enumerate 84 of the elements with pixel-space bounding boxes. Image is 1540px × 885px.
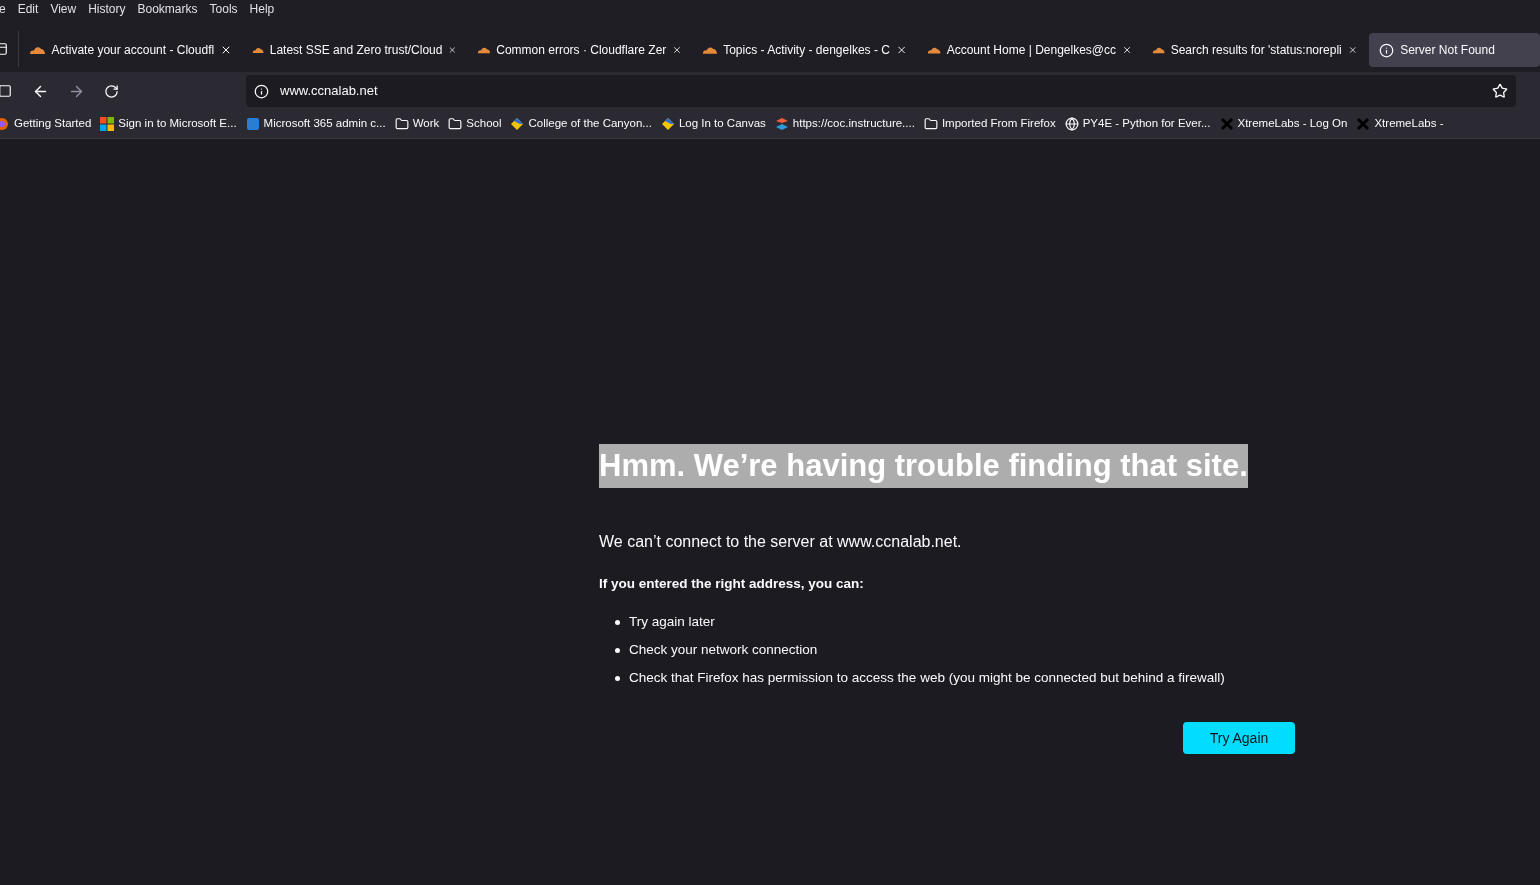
- globe-icon: [1064, 117, 1079, 131]
- bookmark-item[interactable]: PY4E - Python for Ever...: [1064, 115, 1211, 133]
- menu-item[interactable]: History: [88, 0, 126, 18]
- bookmark-label: PY4E - Python for Ever...: [1082, 116, 1211, 132]
- windows-icon: [100, 117, 115, 131]
- tab-title: Topics - Activity - dengelkes - C: [723, 42, 890, 59]
- bookmark-label: Getting Started: [14, 116, 92, 132]
- bookmark-item[interactable]: XtremeLabs - Log On: [1219, 115, 1348, 133]
- browser-tab[interactable]: Common errors · Cloudflare Zer: [467, 33, 693, 67]
- address-bar[interactable]: www.ccnalab.net: [246, 75, 1516, 107]
- bookmark-item[interactable]: XtremeLabs -: [1356, 115, 1444, 133]
- close-icon[interactable]: [672, 44, 683, 56]
- suggestion-text: Check that Firefox has permission to access the web (you might be connected but behind a firewall): [629, 669, 1225, 688]
- bookmark-label: XtremeLabs - Log On: [1237, 116, 1348, 132]
- cloud-icon: [702, 46, 718, 54]
- bookmark-label: Microsoft 365 admin c...: [263, 116, 386, 132]
- folder-icon: [923, 117, 938, 131]
- browser-tab[interactable]: Topics - Activity - dengelkes - C: [692, 33, 918, 67]
- bookmark-label: Sign in to Microsoft E...: [118, 116, 237, 132]
- close-icon[interactable]: [895, 44, 908, 56]
- bookmark-label: College of the Canyon...: [528, 116, 652, 132]
- menu-item[interactable]: Bookmarks: [137, 0, 198, 18]
- bullet-icon: [615, 647, 620, 653]
- bookmark-label: Work: [412, 116, 440, 132]
- menu-item[interactable]: View: [50, 0, 77, 18]
- suggestion-text: Check your network connection: [629, 641, 818, 660]
- browser-tab[interactable]: Activate your account - Cloudfl: [19, 33, 243, 67]
- tab-title: Common errors · Cloudflare Zer: [496, 42, 667, 59]
- error-message: We can’t connect to the server at www.ccnalab.net.: [599, 532, 963, 552]
- bookmark-label: https://coc.instructure....: [792, 116, 915, 132]
- cloud-icon: [29, 46, 46, 54]
- bookmark-item[interactable]: Microsoft 365 admin c...: [245, 115, 386, 133]
- suggestion-text: Try again later: [629, 613, 715, 632]
- menu-item[interactable]: e: [0, 0, 6, 18]
- bookmark-item[interactable]: Sign in to Microsoft E...: [100, 115, 237, 133]
- bookmark-item[interactable]: Getting Started: [0, 115, 92, 133]
- info-icon: [1379, 42, 1395, 58]
- bookmark-item[interactable]: https://coc.instructure....: [774, 115, 915, 133]
- bookmark-item[interactable]: Imported From Firefox: [923, 115, 1056, 133]
- x-logo-icon: [1356, 117, 1371, 131]
- bookmark-label: XtremeLabs -: [1374, 116, 1444, 132]
- cloud-icon: [927, 46, 941, 54]
- fox-icon: [0, 117, 10, 131]
- diamond-stripes-icon: [660, 117, 675, 131]
- try-again-button[interactable]: Try Again: [1183, 722, 1295, 755]
- folder-icon: [394, 117, 409, 131]
- info-icon[interactable]: [254, 83, 269, 99]
- reload-icon[interactable]: [104, 83, 119, 99]
- cloud-icon: [1152, 46, 1165, 54]
- bookmark-item[interactable]: Log In to Canvas: [660, 115, 766, 133]
- menu-item[interactable]: Tools: [209, 0, 238, 18]
- menu-item[interactable]: Help: [249, 0, 275, 18]
- bookmark-label: Imported From Firefox: [941, 116, 1056, 132]
- bookmark-label: Log In to Canvas: [678, 116, 766, 132]
- browser-tab[interactable]: Account Home | Dengelkes@cc: [917, 33, 1143, 67]
- close-icon[interactable]: [1122, 44, 1133, 56]
- tab-title: Server Not Found: [1400, 42, 1496, 59]
- cloud-icon: [477, 46, 491, 54]
- admin-icon: [245, 117, 260, 131]
- url-text: www.ccnalab.net: [280, 82, 379, 101]
- bullet-icon: [615, 619, 620, 625]
- bookmark-label: School: [466, 116, 502, 132]
- browser-tab[interactable]: Search results for 'status:norepli: [1142, 33, 1368, 67]
- tab-title: Activate your account - Cloudfl: [51, 42, 215, 59]
- browser-tab[interactable]: Server Not Found: [1369, 33, 1540, 67]
- folder-icon: [448, 117, 463, 131]
- diamond-stripes-icon: [510, 117, 525, 131]
- browser-tab[interactable]: Latest SSE and Zero trust/Cloud: [242, 33, 468, 67]
- cloud-icon: [252, 46, 264, 54]
- bookmark-item[interactable]: Work: [394, 115, 440, 133]
- sidebar-icon[interactable]: [0, 84, 12, 98]
- tab-title: Account Home | Dengelkes@cc: [946, 42, 1116, 59]
- tab-title: Latest SSE and Zero trust/Cloud: [269, 42, 443, 59]
- error-subheading: If you entered the right address, you can:: [599, 575, 865, 593]
- x-logo-icon: [1219, 117, 1234, 131]
- bookmark-item[interactable]: School: [448, 115, 502, 133]
- bookmark-item[interactable]: College of the Canyon...: [510, 115, 652, 133]
- menu-item[interactable]: Edit: [17, 0, 39, 18]
- close-icon[interactable]: [1347, 44, 1358, 56]
- error-title: Hmm. We’re having trouble finding that site.: [599, 444, 1248, 488]
- tab-title: Search results for 'status:norepli: [1170, 42, 1342, 59]
- bookmark-star-icon[interactable]: [1492, 83, 1508, 99]
- stacked-shapes-icon: [774, 117, 789, 131]
- bullet-icon: [615, 675, 620, 681]
